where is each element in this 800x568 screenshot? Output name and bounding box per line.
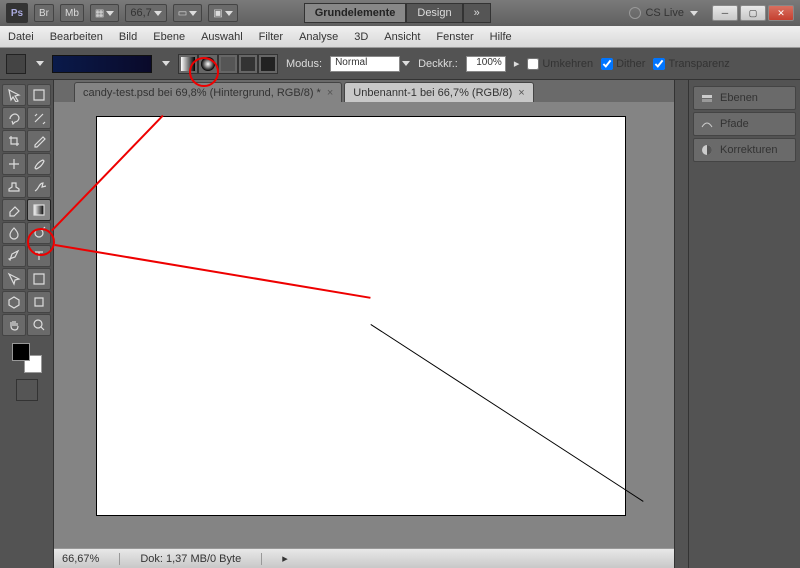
- tool-lasso[interactable]: [2, 107, 26, 129]
- tool-3d1[interactable]: [2, 291, 26, 313]
- opacity-input[interactable]: 100%: [466, 56, 506, 72]
- tool-pen[interactable]: [2, 245, 26, 267]
- tool-heal[interactable]: [2, 153, 26, 175]
- zoom-level[interactable]: 66,7: [125, 4, 166, 22]
- document-tab-unbenannt[interactable]: Unbenannt-1 bei 66,7% (RGB/8)×: [344, 82, 533, 102]
- adjust-icon: [700, 143, 714, 157]
- menu-hilfe[interactable]: Hilfe: [490, 31, 512, 43]
- menu-bar: Datei Bearbeiten Bild Ebene Auswahl Filt…: [0, 26, 800, 48]
- gradient-reflected[interactable]: [238, 54, 258, 74]
- quickmask-button[interactable]: [16, 379, 38, 401]
- tool-wand[interactable]: [27, 107, 51, 129]
- status-arrow-icon[interactable]: ▸: [282, 552, 288, 565]
- minimize-button[interactable]: ─: [712, 5, 738, 21]
- minibridge-button[interactable]: Mb: [60, 4, 84, 22]
- transparency-checkbox[interactable]: Transparenz: [653, 58, 729, 70]
- close-button[interactable]: ✕: [768, 5, 794, 21]
- menu-fenster[interactable]: Fenster: [436, 31, 473, 43]
- tool-history[interactable]: [27, 176, 51, 198]
- document-tab-bar: candy-test.psd bei 69,8% (Hintergrund, R…: [54, 80, 674, 102]
- tool-eyedrop[interactable]: [27, 130, 51, 152]
- gradient-radial[interactable]: [198, 54, 218, 74]
- document-tab-candy[interactable]: candy-test.psd bei 69,8% (Hintergrund, R…: [74, 82, 342, 102]
- bridge-button[interactable]: Br: [34, 4, 54, 22]
- layers-icon: [700, 91, 714, 105]
- view-extras-button[interactable]: ▦: [90, 4, 119, 22]
- gradient-linear[interactable]: [178, 54, 198, 74]
- tool-hand[interactable]: [2, 314, 26, 336]
- panels-dock: Ebenen Pfade Korrekturen: [688, 80, 800, 568]
- gradient-angle[interactable]: [218, 54, 238, 74]
- menu-filter[interactable]: Filter: [259, 31, 283, 43]
- tool-shape[interactable]: [27, 268, 51, 290]
- tool-eraser[interactable]: [2, 199, 26, 221]
- status-zoom[interactable]: 66,67%: [62, 553, 120, 565]
- maximize-button[interactable]: ▢: [740, 5, 766, 21]
- panel-korrekturen[interactable]: Korrekturen: [693, 138, 796, 162]
- canvas-area[interactable]: [54, 102, 674, 548]
- workspace-design[interactable]: Design: [406, 3, 462, 23]
- screenmode-button[interactable]: ▣: [208, 4, 237, 22]
- menu-ebene[interactable]: Ebene: [153, 31, 185, 43]
- title-bar: Ps Br Mb ▦ 66,7 ▭ ▣ Grundelemente Design…: [0, 0, 800, 26]
- panel-collapse-strip[interactable]: [674, 80, 688, 568]
- opacity-label: Deckkr.:: [418, 58, 458, 70]
- cs-live-button[interactable]: CS Live: [629, 7, 698, 19]
- tool-stamp[interactable]: [2, 176, 26, 198]
- tool-type[interactable]: [27, 245, 51, 267]
- dither-checkbox[interactable]: Dither: [601, 58, 645, 70]
- gradient-preview[interactable]: [52, 55, 152, 73]
- tool-preset-button[interactable]: [6, 54, 26, 74]
- paths-icon: [700, 117, 714, 131]
- tool-gradient[interactable]: [27, 199, 51, 221]
- menu-3d[interactable]: 3D: [354, 31, 368, 43]
- menu-datei[interactable]: Datei: [8, 31, 34, 43]
- opacity-flyout[interactable]: ▸: [514, 57, 520, 70]
- workspace-more[interactable]: »: [463, 3, 491, 23]
- cslive-icon: [629, 7, 641, 19]
- mode-label: Modus:: [286, 58, 322, 70]
- menu-analyse[interactable]: Analyse: [299, 31, 338, 43]
- status-bar: 66,67% Dok: 1,37 MB/0 Byte ▸: [54, 548, 674, 568]
- arrange-button[interactable]: ▭: [173, 4, 202, 22]
- tool-dodge[interactable]: [27, 222, 51, 244]
- tool-3d2[interactable]: [27, 291, 51, 313]
- gradient-type-group: [178, 54, 278, 74]
- tool-zoom[interactable]: [27, 314, 51, 336]
- options-bar: Modus: Normal Deckkr.: 100% ▸ Umkehren D…: [0, 48, 800, 80]
- color-swatches[interactable]: [12, 343, 42, 373]
- menu-auswahl[interactable]: Auswahl: [201, 31, 243, 43]
- menu-bearbeiten[interactable]: Bearbeiten: [50, 31, 103, 43]
- tool-marquee[interactable]: [27, 84, 51, 106]
- mode-select[interactable]: Normal: [330, 56, 400, 72]
- gradient-diamond[interactable]: [258, 54, 278, 74]
- foreground-color[interactable]: [12, 343, 30, 361]
- menu-bild[interactable]: Bild: [119, 31, 137, 43]
- tool-brush[interactable]: [27, 153, 51, 175]
- tool-move[interactable]: [2, 84, 26, 106]
- tool-path[interactable]: [2, 268, 26, 290]
- canvas[interactable]: [96, 116, 626, 516]
- tool-crop[interactable]: [2, 130, 26, 152]
- panel-pfade[interactable]: Pfade: [693, 112, 796, 136]
- toolbox: [0, 80, 54, 568]
- workspace-grundelemente[interactable]: Grundelemente: [304, 3, 407, 23]
- reverse-checkbox[interactable]: Umkehren: [527, 58, 593, 70]
- close-tab-icon[interactable]: ×: [518, 87, 524, 99]
- menu-ansicht[interactable]: Ansicht: [384, 31, 420, 43]
- status-doc-size[interactable]: Dok: 1,37 MB/0 Byte: [140, 553, 262, 565]
- panel-ebenen[interactable]: Ebenen: [693, 86, 796, 110]
- close-tab-icon[interactable]: ×: [327, 87, 333, 99]
- tool-blur[interactable]: [2, 222, 26, 244]
- app-logo: Ps: [6, 3, 28, 23]
